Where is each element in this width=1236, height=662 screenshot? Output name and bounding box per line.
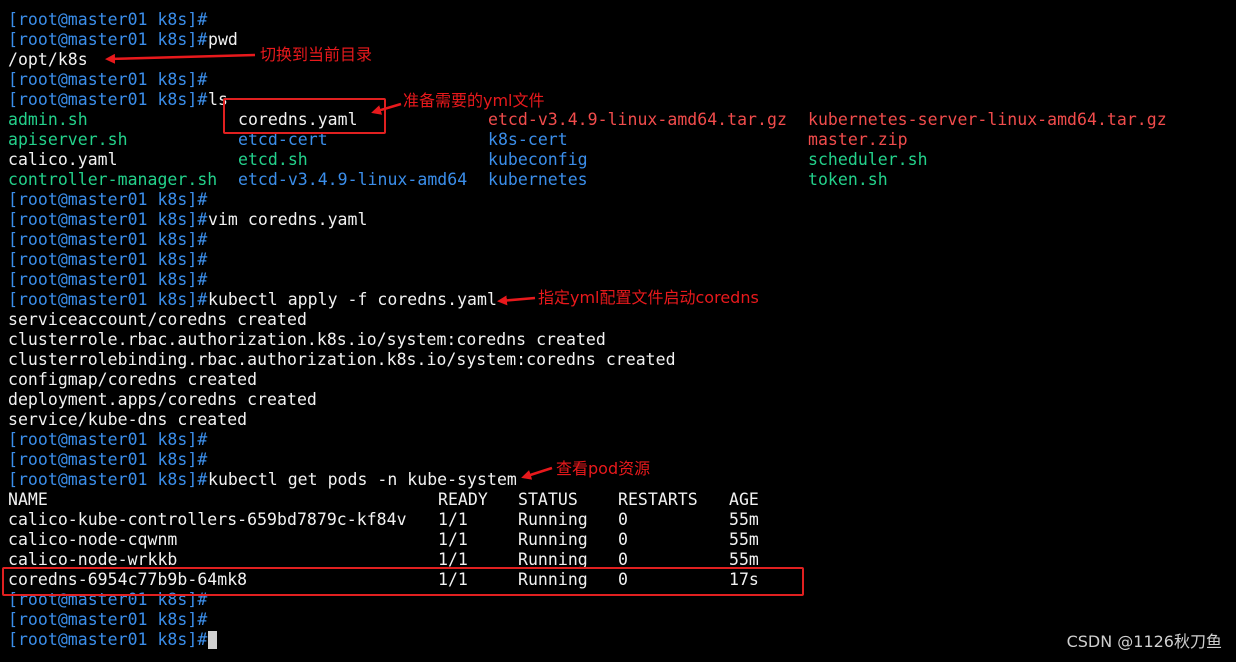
output-text: service/kube-dns created [8, 410, 248, 429]
shell-prompt: [root@master01 k8s]# [8, 90, 208, 109]
pods-table-cell: 1/1 [438, 510, 468, 529]
annotation-view-pods: 查看pod资源 [556, 459, 651, 478]
shell-prompt: [root@master01 k8s]# [8, 190, 208, 209]
command-text: kubectl apply -f coredns.yaml [208, 290, 497, 309]
file-entry: token.sh [808, 170, 888, 189]
pods-table-cell: 55m [729, 530, 759, 549]
command-text: vim coredns.yaml [208, 210, 368, 229]
text-cursor[interactable] [208, 631, 217, 649]
output-text: deployment.apps/coredns created [8, 390, 317, 409]
pods-table-cell: 0 [618, 510, 628, 529]
shell-prompt: [root@master01 k8s]# [8, 430, 208, 449]
file-entry: etcd-v3.4.9-linux-amd64.tar.gz [488, 110, 787, 129]
shell-prompt: [root@master01 k8s]# [8, 270, 208, 289]
watermark: CSDN @1126秋刀鱼 [1066, 632, 1222, 651]
shell-prompt: [root@master01 k8s]# [8, 210, 208, 229]
terminal-window[interactable]: [root@master01 k8s]# [root@master01 k8s]#… [0, 0, 1236, 662]
pods-table-cell: calico-node-cqwnm [8, 530, 178, 549]
file-entry: master.zip [808, 130, 908, 149]
shell-prompt: [root@master01 k8s]# [8, 230, 208, 249]
output-text: clusterrolebinding.rbac.authorization.k8… [8, 350, 676, 369]
shell-prompt: [root@master01 k8s]# [8, 70, 208, 89]
highlight-coredns-yaml [223, 98, 386, 134]
annotation-switch-dir: 切换到当前目录 [260, 45, 373, 64]
pods-table-cell: RESTARTS [618, 490, 698, 509]
highlight-coredns-pod-row [2, 567, 804, 596]
pods-table-cell: 1/1 [438, 530, 468, 549]
command-text: kubectl get pods -n kube-system [208, 470, 517, 489]
file-entry: admin.sh [8, 110, 88, 129]
shell-prompt: [root@master01 k8s]# [8, 470, 208, 489]
pods-table-cell: Running [518, 510, 588, 529]
pods-table-cell: STATUS [518, 490, 578, 509]
shell-prompt: [root@master01 k8s]# [8, 610, 208, 629]
file-entry: apiserver.sh [8, 130, 128, 149]
pods-table-cell: Running [518, 530, 588, 549]
output-text: serviceaccount/coredns created [8, 310, 307, 329]
output-text: /opt/k8s [8, 50, 88, 69]
pods-table-cell: 0 [618, 530, 628, 549]
shell-prompt: [root@master01 k8s]# [8, 450, 208, 469]
file-entry: kubeconfig [488, 150, 588, 169]
shell-prompt: [root@master01 k8s]# [8, 10, 208, 29]
pods-table-cell: NAME [8, 490, 48, 509]
file-entry: controller-manager.sh [8, 170, 218, 189]
file-entry: kubernetes-server-linux-amd64.tar.gz [808, 110, 1167, 129]
pods-table-cell: 55m [729, 510, 759, 529]
shell-prompt: [root@master01 k8s]# [8, 250, 208, 269]
file-entry: scheduler.sh [808, 150, 928, 169]
annotation-apply-yml: 指定yml配置文件启动coredns [538, 288, 759, 307]
shell-prompt: [root@master01 k8s]# [8, 290, 208, 309]
file-entry: k8s-cert [488, 130, 568, 149]
output-text: clusterrole.rbac.authorization.k8s.io/sy… [8, 330, 606, 349]
pods-table-cell: READY [438, 490, 488, 509]
command-text: pwd [208, 30, 238, 49]
annotation-prepare-yml: 准备需要的yml文件 [403, 91, 545, 110]
pods-table-cell: AGE [729, 490, 759, 509]
output-text: configmap/coredns created [8, 370, 258, 389]
file-entry: calico.yaml [8, 150, 118, 169]
file-entry: kubernetes [488, 170, 588, 189]
shell-prompt: [root@master01 k8s]# [8, 30, 208, 49]
file-entry: etcd.sh [238, 150, 308, 169]
file-entry: etcd-v3.4.9-linux-amd64 [238, 170, 468, 189]
pods-table-cell: calico-kube-controllers-659bd7879c-kf84v [8, 510, 407, 529]
shell-prompt: [root@master01 k8s]# [8, 630, 208, 649]
